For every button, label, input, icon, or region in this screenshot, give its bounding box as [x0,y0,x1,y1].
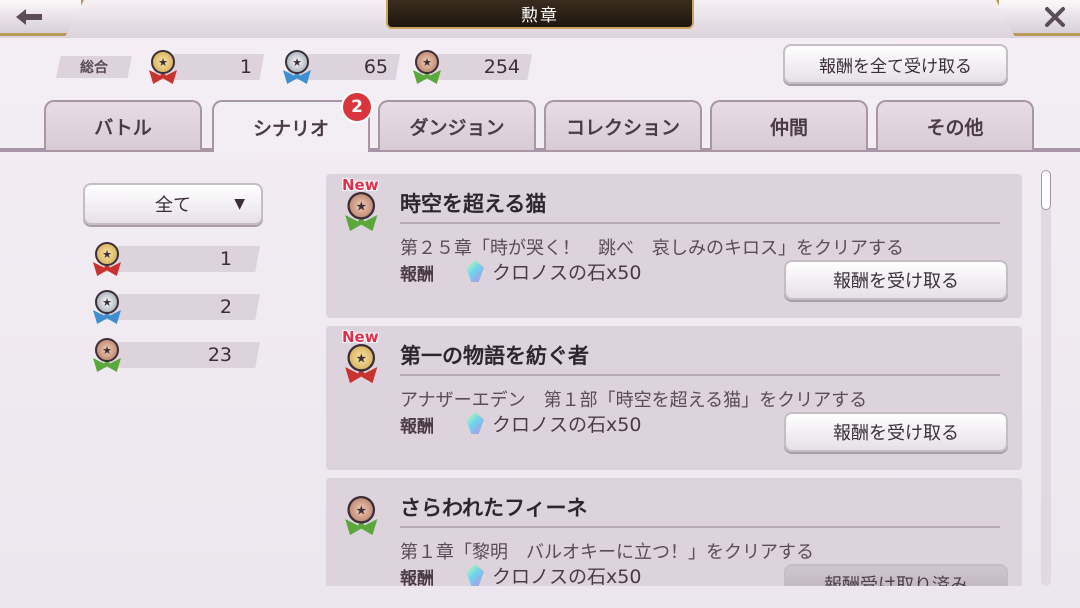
achievement-title: 時空を超える猫 [400,192,547,216]
tab-bar: バトル シナリオ ダンジョン コレクション 仲間 その他 [44,100,1036,152]
stat-silver: ★ 65 [276,50,400,84]
claim-reward-button[interactable]: 報酬を受け取る [784,260,1008,300]
silver-medal-icon: ★ [92,290,122,326]
chronos-stone-icon [466,564,484,586]
gold-medal-icon: ★ [92,242,122,278]
sidebar-bar [100,246,260,272]
claim-all-button[interactable]: 報酬を全て受け取る [783,44,1008,84]
sidebar-count-silver: ★ 2 [90,290,262,324]
achievement-description: 第１章「黎明 バルオキーに立つ！」をクリアする [400,542,814,563]
filter-selected: 全て [155,195,191,216]
bronze-count: 254 [483,56,520,78]
bronze-medal-icon: ★ [344,192,379,233]
sidebar-count-bronze: ★ 23 [90,338,262,372]
gold-medal-icon: ★ [148,50,178,86]
scrollbar-track[interactable] [1041,170,1051,586]
claim-reward-button[interactable]: 報酬を受け取る [784,412,1008,452]
gold-count: 1 [219,248,232,270]
silver-count: 2 [219,296,232,318]
reward-text: クロノスの石x50 [492,566,642,586]
chronos-stone-icon [466,412,484,434]
notification-badge: 2 [341,91,373,123]
achievement-description: 第２５章「時が哭く！ 跳べ 哀しみのキロス」をクリアする [400,238,904,259]
bronze-medal-icon: ★ [92,338,122,374]
total-label: 総合 [56,56,132,78]
achievement-card: ★ さらわれたフィーネ 第１章「黎明 バルオキーに立つ！」をクリアする 報酬 ク… [326,478,1022,586]
achievement-list[interactable]: ★ New 時空を超える猫 第２５章「時が哭く！ 跳べ 哀しみのキロス」をクリア… [326,174,1022,586]
filter-dropdown[interactable]: 全て ▼ [83,183,263,225]
reward-text: クロノスの石x50 [492,414,642,436]
new-label: New [342,328,379,346]
achievement-title: 第一の物語を紡ぐ者 [400,344,589,368]
gold-count: 1 [239,56,252,78]
bronze-medal-icon: ★ [412,50,442,86]
reward-label: 報酬 [400,265,434,285]
reward-label: 報酬 [400,569,434,586]
tab-dungeon[interactable]: ダンジョン [378,100,536,150]
new-label: New [342,176,379,194]
sidebar-bar [100,294,260,320]
divider [400,222,1000,224]
stat-bronze: ★ 254 [406,50,532,84]
chevron-down-icon: ▼ [234,196,245,212]
divider [400,374,1000,376]
divider [400,526,1000,528]
stat-gold: ★ 1 [142,50,264,84]
achievement-card: ★ New 第一の物語を紡ぐ者 アナザーエデン 第１部「時空を超える猫」をクリア… [326,326,1022,470]
silver-medal-icon: ★ [282,50,312,86]
silver-count: 65 [363,56,388,78]
reward-text: クロノスの石x50 [492,262,642,284]
tab-collection[interactable]: コレクション [544,100,702,150]
page-title: 勲章 [386,0,694,29]
sidebar-count-gold: ★ 1 [90,242,262,276]
chronos-stone-icon [466,260,484,282]
tab-battle[interactable]: バトル [44,100,202,150]
tab-companions[interactable]: 仲間 [710,100,868,150]
achievement-description: アナザーエデン 第１部「時空を超える猫」をクリアする [400,390,868,411]
tab-other[interactable]: その他 [876,100,1034,150]
close-icon [1045,6,1065,27]
gold-medal-icon: ★ [344,344,379,385]
claimed-button[interactable]: 報酬受け取り済み [784,564,1008,586]
bronze-count: 23 [207,344,232,366]
achievement-card: ★ New 時空を超える猫 第２５章「時が哭く！ 跳べ 哀しみのキロス」をクリア… [326,174,1022,318]
arrow-left-icon [16,8,42,25]
scrollbar-thumb[interactable] [1041,170,1051,210]
reward-label: 報酬 [400,417,434,437]
achievement-title: さらわれたフィーネ [400,496,588,520]
sidebar-bar [100,342,260,368]
bronze-medal-icon: ★ [344,496,379,537]
